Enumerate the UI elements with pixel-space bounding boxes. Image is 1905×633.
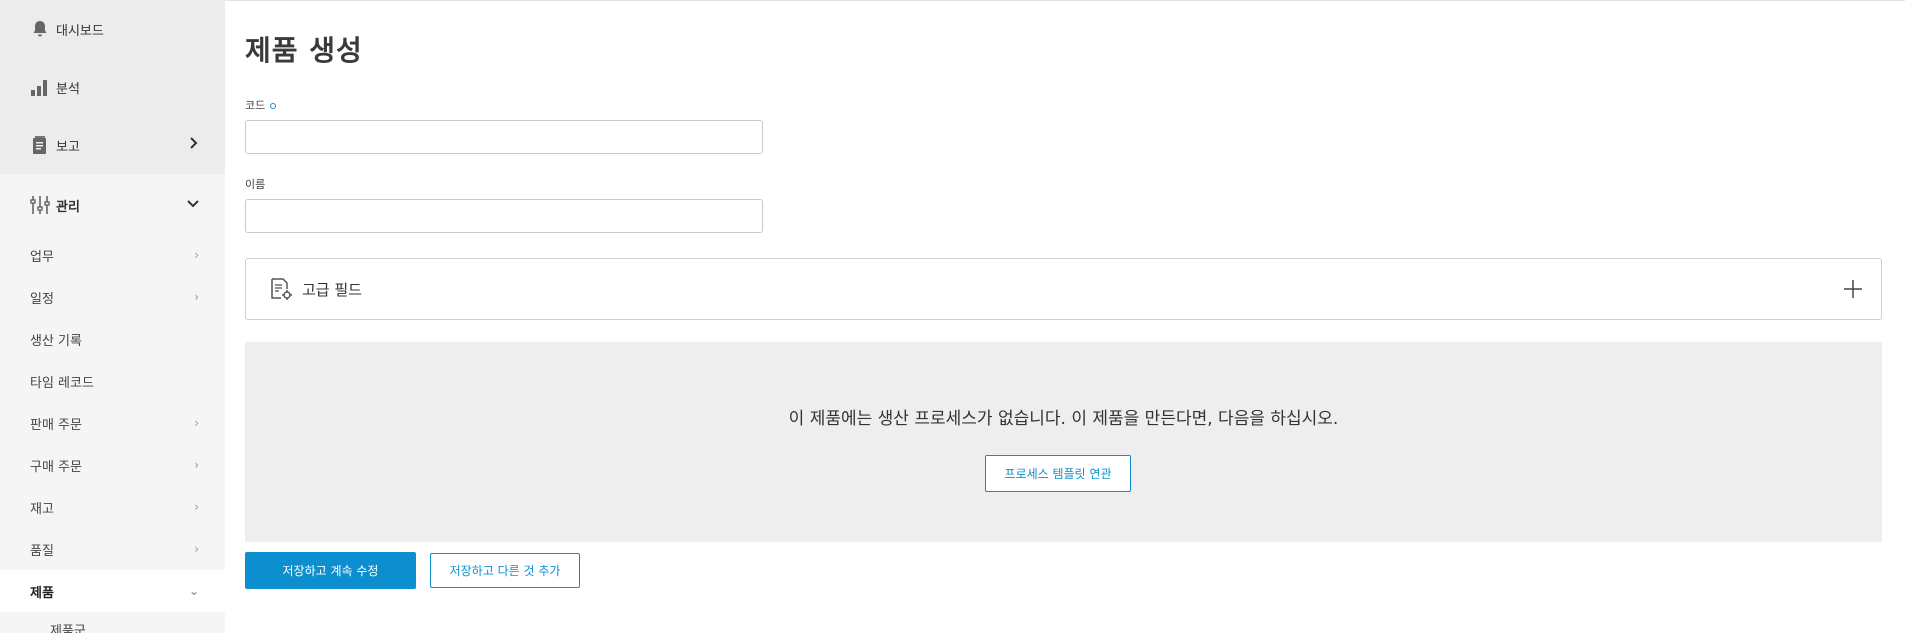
sidebar-item-analysis[interactable]: 분석	[0, 58, 225, 116]
name-input[interactable]	[245, 199, 763, 233]
sidebar-sub-label: 품질	[30, 543, 54, 559]
advanced-fields-label: 고급 필드	[302, 280, 362, 299]
sidebar-top-section: 대시보드 분석 보고	[0, 0, 225, 174]
sidebar-sub-item[interactable]: 업무 ›	[0, 234, 225, 276]
advanced-fields-panel[interactable]: 고급 필드	[245, 258, 1882, 320]
chevron-down-icon: ⌄	[188, 584, 199, 598]
document-settings-icon	[268, 276, 294, 302]
sidebar-sub-label: 업무	[30, 249, 54, 265]
sidebar-sub-label: 타임 레코드	[30, 375, 94, 391]
main-content: 제품 생성 코드 이름 고급 필드 이 제품에는 생산 프로세스가 없습니다. …	[225, 0, 1905, 633]
save-and-add-another-button[interactable]: 저장하고 다른 것 추가	[430, 553, 580, 588]
chevron-right-icon: ›	[194, 416, 199, 430]
sidebar-item-label: 관리	[56, 199, 80, 215]
chevron-right-icon: ›	[194, 248, 199, 262]
document-icon	[29, 134, 51, 156]
sidebar-item-admin[interactable]: 관리	[0, 176, 225, 234]
sliders-icon	[29, 194, 51, 216]
save-and-continue-button[interactable]: 저장하고 계속 수정	[245, 552, 416, 589]
name-label: 이름	[245, 178, 266, 191]
sidebar-item-label: 분석	[56, 81, 80, 97]
chevron-right-icon	[189, 137, 199, 153]
sidebar-sub-sub-item[interactable]: 제품군	[0, 612, 225, 633]
sidebar-sub-item[interactable]: 타임 레코드	[0, 360, 225, 402]
bar-chart-icon	[29, 76, 51, 98]
sidebar-item-label: 보고	[56, 139, 80, 155]
empty-state-message: 이 제품에는 생산 프로세스가 없습니다. 이 제품을 만든다면, 다음을 하십…	[788, 409, 1339, 429]
sidebar-sub-item[interactable]: 구매 주문 ›	[0, 444, 225, 486]
sidebar-sub-item[interactable]: 생산 기록	[0, 318, 225, 360]
sidebar-sub-label: 제품	[30, 585, 54, 601]
code-label-text: 코드	[245, 99, 266, 112]
sidebar-sub-sub-label: 제품군	[50, 623, 86, 633]
sidebar-sub-item-products[interactable]: 제품 ⌄	[0, 570, 225, 612]
chevron-right-icon: ›	[194, 290, 199, 304]
sidebar-item-reports[interactable]: 보고	[0, 116, 225, 174]
sidebar-sub-label: 판매 주문	[30, 417, 82, 433]
sidebar-sub-item[interactable]: 판매 주문 ›	[0, 402, 225, 444]
sidebar-item-dashboard[interactable]: 대시보드	[0, 0, 225, 58]
chevron-right-icon: ›	[194, 500, 199, 514]
sidebar-sub-item[interactable]: 품질 ›	[0, 528, 225, 570]
sidebar-sub-label: 생산 기록	[30, 333, 82, 349]
sidebar-sub-item[interactable]: 일정 ›	[0, 276, 225, 318]
sidebar-item-label: 대시보드	[56, 23, 104, 39]
code-input[interactable]	[245, 120, 763, 154]
sidebar-sub-item[interactable]: 재고 ›	[0, 486, 225, 528]
chevron-right-icon: ›	[194, 542, 199, 556]
sidebar-sub-label: 일정	[30, 291, 54, 307]
chevron-down-icon	[187, 197, 199, 213]
associate-process-template-button[interactable]: 프로세스 템플릿 연관	[985, 455, 1131, 492]
chevron-right-icon: ›	[194, 458, 199, 472]
sidebar: 대시보드 분석 보고 관리 업무 › 일정 › 생산 기록 타임 레코드 판매 …	[0, 0, 225, 633]
sidebar-sub-label: 구매 주문	[30, 459, 82, 475]
required-indicator-icon	[270, 103, 277, 109]
process-empty-panel: 이 제품에는 생산 프로세스가 없습니다. 이 제품을 만든다면, 다음을 하십…	[245, 342, 1882, 542]
bell-icon	[29, 18, 51, 40]
page-title: 제품 생성	[245, 34, 363, 67]
sidebar-sub-label: 재고	[30, 501, 54, 517]
code-label: 코드	[245, 97, 277, 113]
plus-icon[interactable]	[1841, 277, 1865, 301]
